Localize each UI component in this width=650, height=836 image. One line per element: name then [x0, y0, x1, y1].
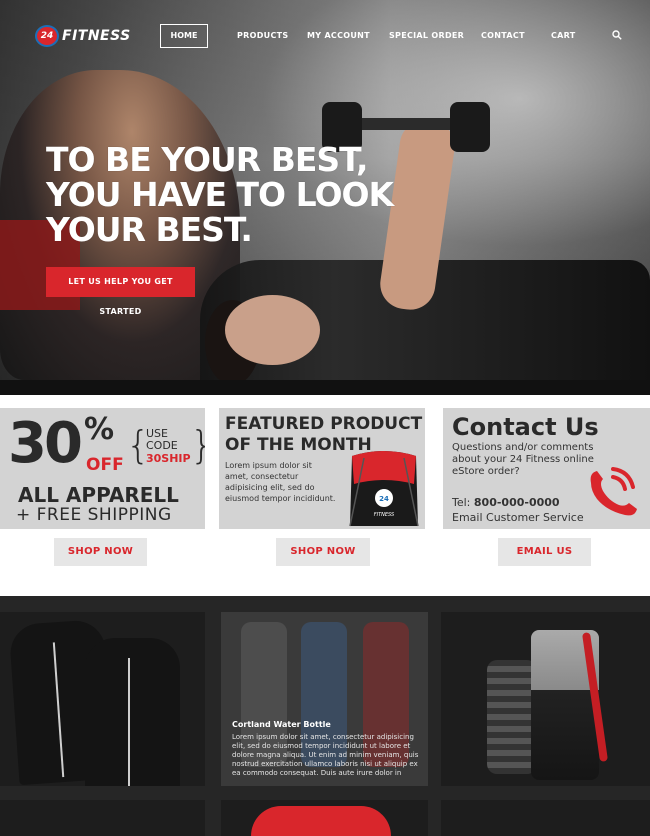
product-card[interactable]: [0, 800, 205, 836]
product-card-water-bottle[interactable]: Cortland Water Bottle Lorem ipsum dolor …: [221, 612, 428, 786]
svg-text:24: 24: [379, 495, 389, 503]
top-navigation: 24 FITNESS HOME PRODUCTS MY ACCOUNT SPEC…: [0, 0, 650, 70]
nav-item-special-order[interactable]: SPECIAL ORDER: [389, 31, 464, 40]
search-icon[interactable]: [612, 30, 622, 40]
apparel-promo-card[interactable]: 30 % OFF { USE CODE 30SHIP } ALL APPAREL…: [0, 408, 205, 529]
nav-item-cart[interactable]: CART: [551, 31, 576, 40]
product-card-hoodies[interactable]: [0, 612, 205, 786]
hoodie-image: [85, 638, 180, 786]
product-card-foam-roller[interactable]: [441, 612, 650, 786]
tel-number[interactable]: 800-000-0000: [474, 496, 560, 509]
hero-headline: TO BE YOUR BEST, YOU HAVE TO LOOK YOUR B…: [46, 142, 406, 247]
nav-item-contact[interactable]: CONTACT: [481, 31, 525, 40]
discount-number: 30: [8, 411, 83, 476]
product-card[interactable]: [441, 800, 650, 836]
discount-off-label: OFF: [86, 455, 124, 475]
free-shipping-text: + FREE SHIPPING: [16, 505, 172, 525]
use-code-label: USE CODE: [146, 428, 178, 452]
svg-text:FITNESS: FITNESS: [374, 512, 395, 518]
logo[interactable]: 24 FITNESS: [35, 25, 131, 47]
email-customer-service-text: Email Customer Service: [452, 511, 584, 524]
logo-badge: 24: [35, 25, 59, 47]
shop-now-apparel-button[interactable]: SHOP NOW: [54, 538, 147, 566]
all-apparel-heading: ALL APPARELL: [18, 483, 179, 507]
contact-card: Contact Us Questions and/or comments abo…: [443, 408, 650, 529]
featured-title-line: FEATURED PRODUCT: [225, 414, 423, 434]
logo-text: FITNESS: [62, 28, 131, 44]
get-started-button[interactable]: LET US HELP YOU GET STARTED: [46, 267, 195, 316]
dumbbell-weight-right: [450, 102, 490, 152]
hero-headline-line: YOU HAVE TO LOOK: [46, 175, 394, 214]
promo-code: 30SHIP: [146, 452, 191, 465]
featured-product-card[interactable]: FEATURED PRODUCT OF THE MONTH Lorem ipsu…: [219, 408, 425, 529]
hero-bench: [0, 380, 650, 395]
hero-headline-line: TO BE YOUR BEST,: [46, 140, 369, 179]
foam-roller-image: [487, 660, 537, 774]
red-tshirt-image: [251, 806, 391, 836]
email-us-button[interactable]: EMAIL US: [498, 538, 591, 566]
contact-title: Contact Us: [452, 413, 599, 441]
hero-headline-line: YOUR BEST.: [46, 210, 253, 249]
nav-item-home[interactable]: HOME: [160, 24, 208, 48]
shop-now-featured-button[interactable]: SHOP NOW: [276, 538, 370, 566]
use-code-line: CODE: [146, 439, 178, 452]
product-card[interactable]: [221, 800, 428, 836]
nav-item-products[interactable]: PRODUCTS: [237, 31, 288, 40]
hero-athlete-face: [225, 295, 320, 365]
nav-item-my-account[interactable]: MY ACCOUNT: [307, 31, 370, 40]
tel-label: Tel:: [452, 496, 471, 509]
discount-percent-sign: %: [84, 412, 115, 447]
product-card-description: Lorem ipsum dolor sit amet, consectetur …: [232, 733, 419, 777]
featured-product-description: Lorem ipsum dolor sit amet, consectetur …: [225, 461, 336, 503]
telephone-line: Tel: 800-000-0000: [452, 496, 560, 509]
right-brace-decoration: }: [190, 422, 205, 468]
dumbbell-bar: [350, 118, 460, 130]
phone-icon: [590, 467, 637, 516]
drawstring-bag-image: 24 FITNESS: [349, 451, 419, 527]
product-card-title: Cortland Water Bottle: [232, 720, 331, 729]
